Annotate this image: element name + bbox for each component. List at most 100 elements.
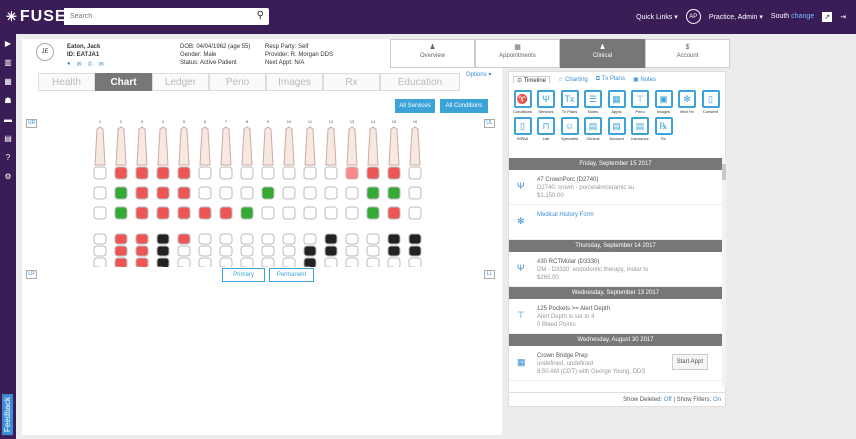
tooth-surface[interactable] xyxy=(198,245,212,257)
tooth-surface[interactable] xyxy=(324,257,338,267)
billing-icon[interactable]: ▬ xyxy=(0,110,16,129)
tooth-surface[interactable] xyxy=(282,206,296,220)
shortcut-lab[interactable]: ⊓ Lab xyxy=(535,117,558,141)
dashboard-icon[interactable]: ▥ xyxy=(0,53,16,72)
tooth-surface[interactable] xyxy=(366,166,380,180)
tooth-number[interactable]: 16 xyxy=(413,119,418,124)
tooth-root[interactable] xyxy=(346,126,358,166)
tooth-surface[interactable] xyxy=(303,245,317,257)
search-icon[interactable]: ⚲ xyxy=(257,10,264,21)
tooth-surface[interactable] xyxy=(135,186,149,200)
tab-rx[interactable]: Rx xyxy=(323,73,380,91)
tooth-surface[interactable] xyxy=(366,245,380,257)
tooth-surface[interactable] xyxy=(324,245,338,257)
corner-ll[interactable]: LL xyxy=(484,270,495,279)
tooth-number[interactable]: 5 xyxy=(183,119,186,124)
all-conditions-button[interactable]: All Conditions xyxy=(440,99,488,113)
tooth-number[interactable]: 3 xyxy=(141,119,144,124)
tooth-root[interactable] xyxy=(409,126,421,166)
tooth-surface[interactable] xyxy=(345,166,359,180)
tooth-root[interactable] xyxy=(304,126,316,166)
logout-icon[interactable]: ⇥ xyxy=(840,13,846,21)
shortcut-services[interactable]: Ψ Services xyxy=(535,90,558,114)
tooth-surface[interactable] xyxy=(240,206,254,220)
shortcut-hipaa[interactable]: ▯ HIPAA xyxy=(511,117,534,141)
shortcut-rx[interactable]: ℞ Rx xyxy=(652,117,675,141)
tooth-surface[interactable] xyxy=(240,186,254,200)
tooth-number[interactable]: 15 xyxy=(392,119,397,124)
user-menu[interactable]: Practice, Admin ▾ xyxy=(709,13,763,21)
tooth-surface[interactable] xyxy=(366,206,380,220)
tooth-surface[interactable] xyxy=(408,206,422,220)
tooth-number[interactable]: 7 xyxy=(225,119,228,124)
tooth-root[interactable] xyxy=(388,126,400,166)
timeline-entry[interactable]: Ψ #30 RCTMolar (D3330) DM - D3330: endodon… xyxy=(509,252,722,287)
tooth-surface[interactable] xyxy=(387,166,401,180)
shortcut-clinical[interactable]: ▤ Clinical xyxy=(582,117,605,141)
view-account[interactable]: $ Account xyxy=(645,39,730,68)
tooth-surface[interactable] xyxy=(198,257,212,267)
tooth-surface[interactable] xyxy=(408,257,422,267)
tooth-surface[interactable] xyxy=(261,245,275,257)
tooth-surface[interactable] xyxy=(198,166,212,180)
tooth-surface[interactable] xyxy=(198,186,212,200)
tooth-surface[interactable] xyxy=(282,233,296,245)
mail-icon[interactable]: ✉ xyxy=(99,61,104,68)
view-clinical[interactable]: ♟ Clinical xyxy=(560,39,645,68)
tooth-surface[interactable] xyxy=(156,166,170,180)
shortcut-appts[interactable]: ▦ Appts xyxy=(605,90,628,114)
tooth-number[interactable]: 14 xyxy=(371,119,376,124)
tooth-surface[interactable] xyxy=(114,233,128,245)
timeline-entry[interactable]: ✻ Medical History Form xyxy=(509,205,722,240)
tab-images[interactable]: Images xyxy=(266,73,323,91)
tooth-surface[interactable] xyxy=(345,233,359,245)
tooth-surface[interactable] xyxy=(282,245,296,257)
tooth-number[interactable]: 2 xyxy=(120,119,123,124)
permanent-button[interactable]: Permanent xyxy=(269,268,314,282)
tooth-number[interactable]: 11 xyxy=(308,119,313,124)
tooth-surface[interactable] xyxy=(156,233,170,245)
tooth-surface[interactable] xyxy=(135,206,149,220)
tooth-surface[interactable] xyxy=(303,206,317,220)
tooth-surface[interactable] xyxy=(177,166,191,180)
tooth-surface[interactable] xyxy=(240,245,254,257)
tab-ledger[interactable]: Ledger xyxy=(152,73,209,91)
tooth-number[interactable]: 4 xyxy=(162,119,165,124)
tooth-surface[interactable] xyxy=(177,206,191,220)
tooth-surface[interactable] xyxy=(282,186,296,200)
user-avatar[interactable]: AP xyxy=(685,9,701,24)
tooth-root[interactable] xyxy=(136,126,148,166)
tooth-surface[interactable] xyxy=(324,186,338,200)
tooth-surface[interactable] xyxy=(93,233,107,245)
tooth-surface[interactable] xyxy=(135,233,149,245)
tooth-surface[interactable] xyxy=(219,166,233,180)
tooth-surface[interactable] xyxy=(387,245,401,257)
phone-icon[interactable]: ✆ xyxy=(88,61,93,68)
tooth-chart[interactable]: 1 2 3 4 5 6 7 8 9 10 11 12 13 14 15 16 xyxy=(22,117,502,267)
tab-notes[interactable]: ▣ Notes xyxy=(633,76,656,83)
tooth-surface[interactable] xyxy=(219,245,233,257)
shortcut-notes[interactable]: ☰ Notes xyxy=(582,90,605,114)
tooth-surface[interactable] xyxy=(324,166,338,180)
patients-icon[interactable]: ☗ xyxy=(0,91,16,110)
tooth-surface[interactable] xyxy=(366,186,380,200)
tooth-surface[interactable] xyxy=(219,206,233,220)
tab-health[interactable]: Health xyxy=(38,73,95,91)
tooth-surface[interactable] xyxy=(240,233,254,245)
tooth-surface[interactable] xyxy=(156,245,170,257)
tooth-surface[interactable] xyxy=(198,206,212,220)
shortcut-images[interactable]: ▣ Images xyxy=(652,90,675,114)
view-overview[interactable]: ♟ Overview xyxy=(390,39,475,68)
shortcut-account[interactable]: ▤ Account xyxy=(605,117,628,141)
tooth-surface[interactable] xyxy=(282,257,296,267)
external-link-icon[interactable]: ↗ xyxy=(822,11,833,22)
tooth-number[interactable]: 9 xyxy=(267,119,270,124)
tooth-surface[interactable] xyxy=(387,206,401,220)
timeline-scrollbar[interactable] xyxy=(722,158,726,386)
tooth-surface[interactable] xyxy=(408,186,422,200)
tooth-surface[interactable] xyxy=(240,257,254,267)
tooth-root[interactable] xyxy=(178,126,190,166)
timeline-entry[interactable]: Ψ #7 CrownPorc (D2740) D2740: crown - porc… xyxy=(509,170,722,205)
tooth-surface[interactable] xyxy=(135,257,149,267)
search-box[interactable]: ⚲ xyxy=(64,8,269,25)
